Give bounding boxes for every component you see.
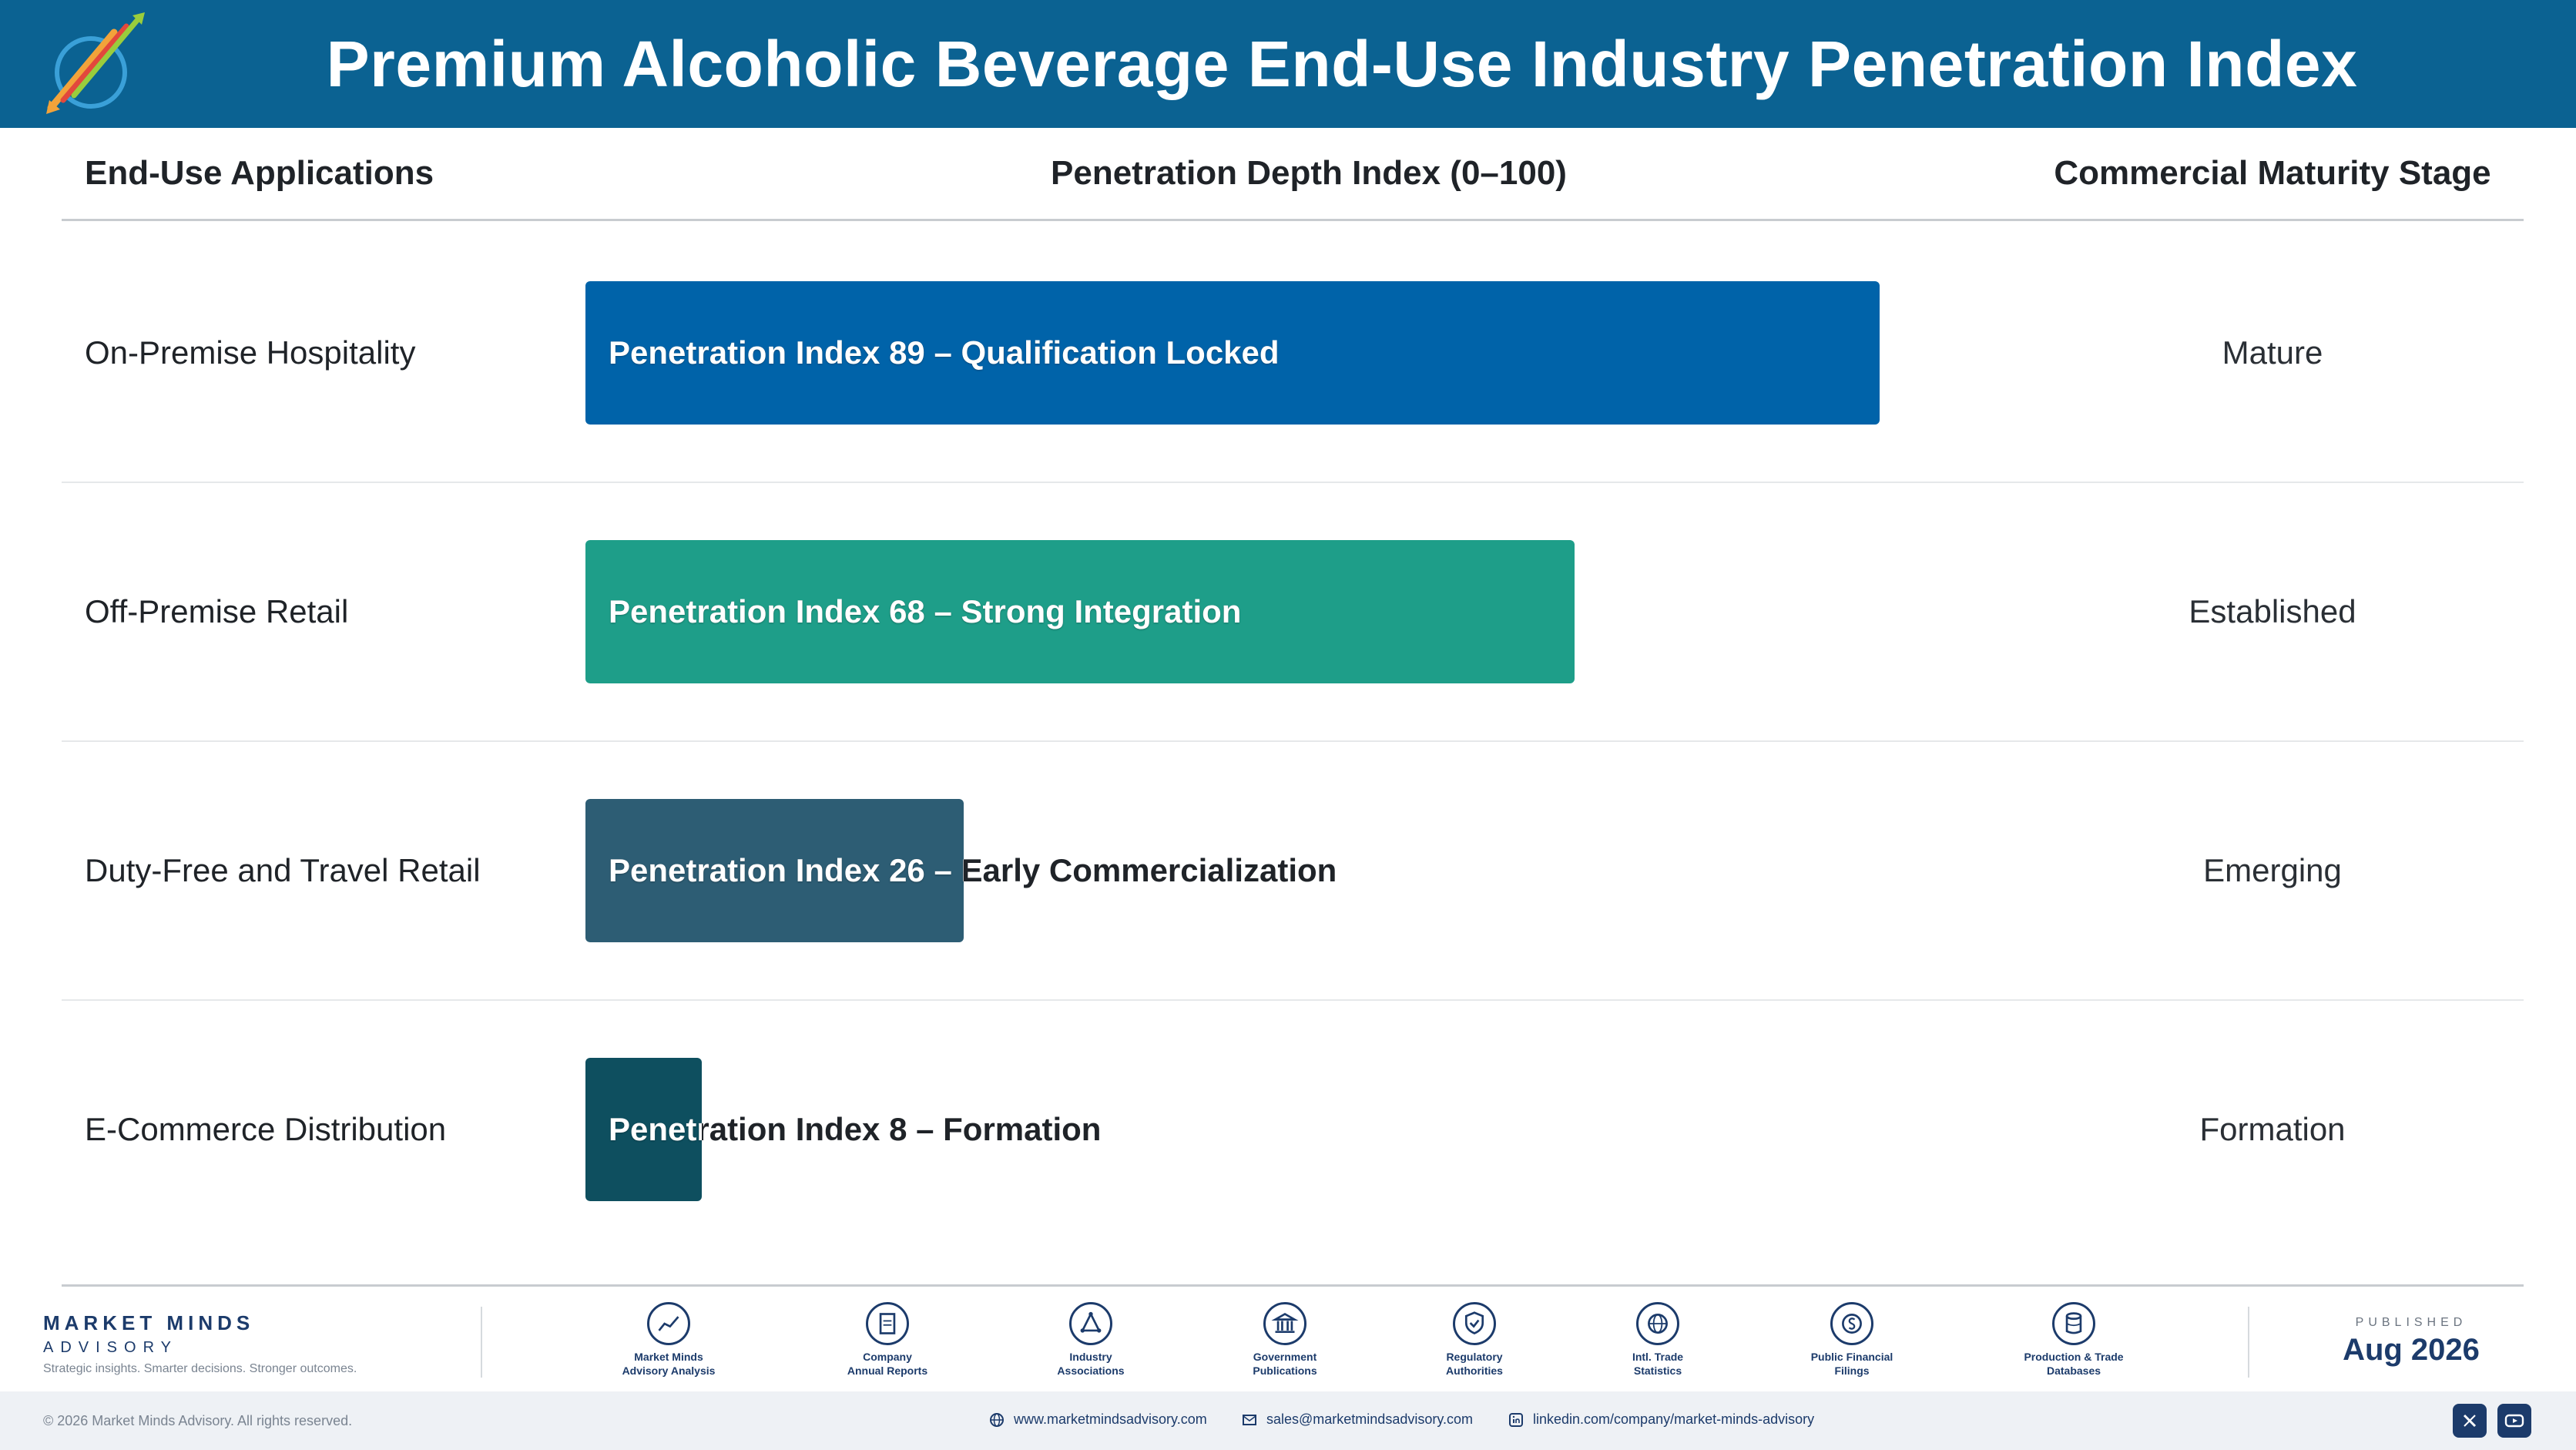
data-source-item: Industry Associations: [1014, 1302, 1168, 1378]
data-source-label: Market Minds Advisory Analysis: [592, 1350, 746, 1378]
row-divider: [62, 740, 2524, 742]
data-source-line1: Regulatory: [1446, 1351, 1503, 1363]
header-divider: [62, 219, 2524, 221]
header-banner: Premium Alcoholic Beverage End-Use Indus…: [0, 0, 2576, 128]
x-logo-icon: [2463, 1414, 2477, 1428]
data-source-line2: Associations: [1057, 1364, 1125, 1377]
page-title: Premium Alcoholic Beverage End-Use Indus…: [326, 27, 2358, 100]
column-header-penetration: Penetration Depth Index (0–100): [1051, 154, 1567, 192]
data-source-label: Industry Associations: [1014, 1350, 1168, 1378]
data-source-line2: Annual Reports: [847, 1364, 928, 1377]
data-source-line1: Market Minds: [634, 1351, 703, 1363]
x-social-button[interactable]: [2453, 1404, 2487, 1438]
youtube-social-button[interactable]: [2497, 1404, 2531, 1438]
footer: MARKET MINDS ADVISORY Strategic insights…: [0, 1294, 2576, 1391]
data-source-line2: Databases: [2046, 1364, 2101, 1377]
maturity-stage: Formation: [2199, 1111, 2346, 1147]
application-label: Duty-Free and Travel Retail: [85, 852, 481, 888]
data-source-label: Intl. Trade Statistics: [1581, 1350, 1735, 1378]
data-source-label: Company Annual Reports: [810, 1350, 964, 1378]
application-label: On-Premise Hospitality: [85, 334, 416, 371]
linkedin-link[interactable]: linkedin.com/company/market-minds-adviso…: [1508, 1411, 1814, 1428]
brand-name: MARKET MINDS: [43, 1311, 255, 1334]
youtube-icon: [2504, 1414, 2524, 1428]
column-header-applications: End-Use Applications: [85, 154, 434, 192]
data-source-item: Company Annual Reports: [810, 1302, 964, 1378]
data-source-line1: Industry: [1069, 1351, 1112, 1363]
linkedin-icon: [1509, 1412, 1523, 1427]
email-link[interactable]: sales@marketmindsadvisory.com: [1242, 1411, 1473, 1428]
published-label: PUBLISHED: [2355, 1316, 2467, 1329]
data-source-label: Public Financial Filings: [1775, 1350, 1929, 1378]
document-icon: [866, 1302, 909, 1345]
data-source-label: Production & Trade Databases: [1997, 1350, 2151, 1378]
bar-value-label-overlay: Penetration Index 68 – Strong Integratio…: [609, 593, 1242, 629]
column-header-stage: Commercial Maturity Stage: [2054, 154, 2491, 192]
application-label: Off-Premise Retail: [85, 593, 349, 629]
copyright-text: © 2026 Market Minds Advisory. All rights…: [43, 1413, 353, 1428]
data-source-line2: Statistics: [1633, 1364, 1682, 1377]
sub-footer: © 2026 Market Minds Advisory. All rights…: [0, 1391, 2576, 1450]
data-source-line2: Authorities: [1446, 1364, 1503, 1377]
network-icon: [1069, 1302, 1112, 1345]
published-date: Aug 2026: [2343, 1333, 2480, 1367]
footer-divider-left: [481, 1307, 482, 1378]
linkedin-text: linkedin.com/company/market-minds-adviso…: [1533, 1411, 1815, 1427]
database-icon: [2052, 1302, 2095, 1345]
data-source-line2: Filings: [1834, 1364, 1870, 1377]
maturity-stage: Emerging: [2203, 852, 2342, 888]
row-divider: [62, 999, 2524, 1001]
application-label: E-Commerce Distribution: [85, 1111, 447, 1147]
chart-bottom-divider: [62, 1284, 2524, 1287]
data-source-line1: Government: [1253, 1351, 1317, 1363]
data-source-line2: Publications: [1253, 1364, 1317, 1377]
data-source-item: Government Publications: [1208, 1302, 1362, 1378]
globe-icon: [1636, 1302, 1679, 1345]
footer-divider-right: [2248, 1307, 2249, 1378]
data-source-item: Market Minds Advisory Analysis: [592, 1302, 746, 1378]
data-source-item: Intl. Trade Statistics: [1581, 1302, 1735, 1378]
maturity-stage: Mature: [2222, 334, 2323, 371]
website-text: www.marketmindsadvisory.com: [1014, 1411, 1207, 1427]
data-source-item: Regulatory Authorities: [1397, 1302, 1551, 1378]
data-source-line1: Public Financial: [1810, 1351, 1893, 1363]
row-divider: [62, 482, 2524, 483]
globe-icon: [990, 1412, 1004, 1427]
data-source-line1: Company: [863, 1351, 912, 1363]
maturity-stage: Established: [2189, 593, 2356, 629]
data-source-line1: Intl. Trade: [1632, 1351, 1684, 1363]
email-text: sales@marketmindsadvisory.com: [1266, 1411, 1474, 1427]
trend-line-icon: [647, 1302, 690, 1345]
brand-tagline: Strategic insights. Smarter decisions. S…: [43, 1362, 357, 1375]
data-source-item: Public Financial Filings: [1775, 1302, 1929, 1378]
data-source-line2: Advisory Analysis: [622, 1364, 716, 1377]
data-source-item: Production & Trade Databases: [1997, 1302, 2151, 1378]
mail-icon: [1243, 1414, 1256, 1425]
shield-check-icon: [1453, 1302, 1496, 1345]
bar-value-label-overlay: Penetration Index 89 – Qualification Loc…: [609, 334, 1280, 371]
government-building-icon: [1263, 1302, 1306, 1345]
data-source-line1: Production & Trade: [2024, 1351, 2124, 1363]
website-link[interactable]: www.marketmindsadvisory.com: [989, 1411, 1207, 1428]
brand-subtitle: ADVISORY: [43, 1339, 178, 1356]
data-source-label: Government Publications: [1208, 1350, 1362, 1378]
data-source-label: Regulatory Authorities: [1397, 1350, 1551, 1378]
dollar-coin-icon: [1830, 1302, 1873, 1345]
